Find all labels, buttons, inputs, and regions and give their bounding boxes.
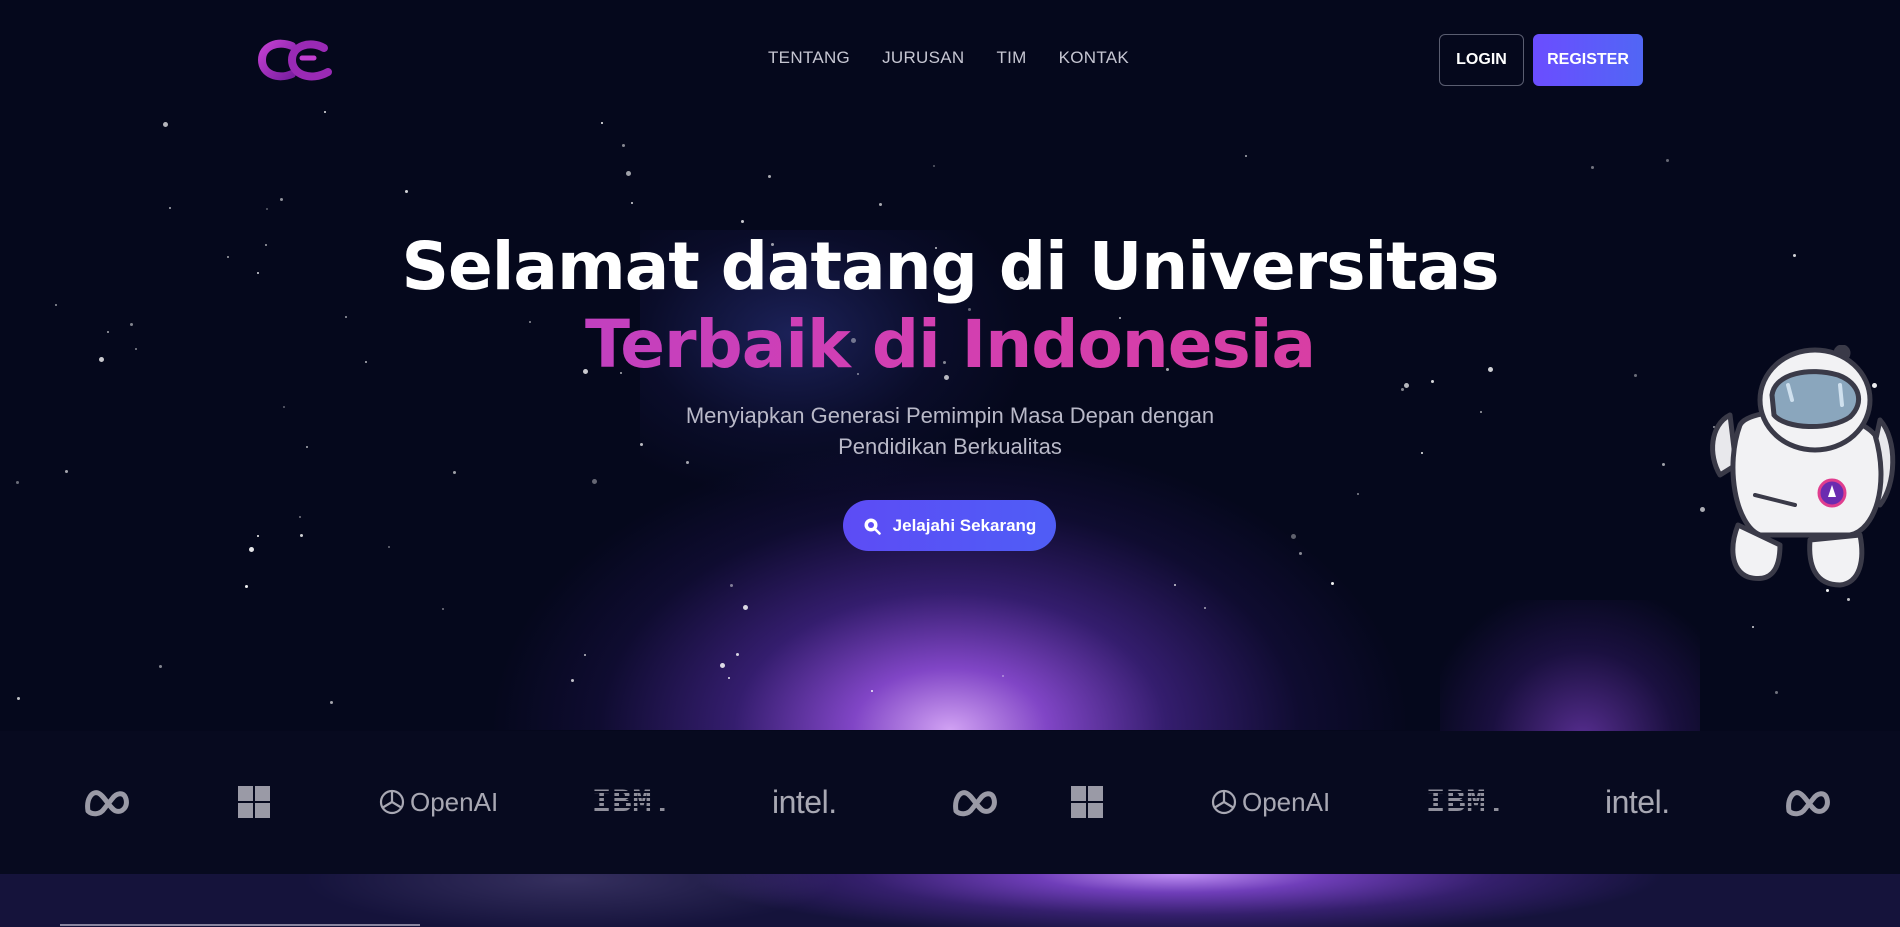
star-dot xyxy=(871,690,873,692)
star-dot xyxy=(601,122,603,124)
star-dot xyxy=(388,546,390,548)
ibm-label: IBM. xyxy=(592,783,673,821)
star-dot xyxy=(1401,388,1404,391)
hero-title: Selamat datang di Universitas Terbaik di… xyxy=(0,228,1900,384)
star-dot xyxy=(299,516,301,518)
hero-title-line1: Selamat datang di Universitas xyxy=(401,228,1499,305)
hero-title-line2: Terbaik di Indonesia xyxy=(0,306,1900,384)
ibm-logo: IBM. xyxy=(1426,780,1507,824)
star-dot xyxy=(640,443,643,446)
star-dot xyxy=(405,190,408,193)
brand-logo-icon[interactable] xyxy=(258,36,334,84)
star-dot xyxy=(1591,166,1594,169)
main-nav: TENTANG JURUSAN TIM KONTAK xyxy=(768,48,1129,68)
star-dot xyxy=(622,144,625,147)
next-section-glow xyxy=(0,874,1900,927)
openai-icon xyxy=(1211,789,1237,815)
star-dot xyxy=(330,701,333,704)
nav-link-kontak[interactable]: KONTAK xyxy=(1059,48,1129,68)
intel-logo: intel. xyxy=(1605,780,1670,824)
landing-page: TENTANG JURUSAN TIM KONTAK LOGIN REGISTE… xyxy=(0,0,1900,927)
star-dot xyxy=(1847,598,1850,601)
star-dot xyxy=(1002,675,1004,677)
horizontal-scrollbar[interactable] xyxy=(60,924,420,926)
intel-label: intel. xyxy=(1605,783,1670,820)
openai-icon xyxy=(379,789,405,815)
star-dot xyxy=(266,208,268,210)
intel-logo: intel. xyxy=(772,780,837,824)
star-dot xyxy=(163,122,168,127)
astronaut-illustration xyxy=(1710,345,1896,588)
star-dot xyxy=(1480,411,1482,413)
star-dot xyxy=(280,198,283,201)
star-dot xyxy=(442,608,444,610)
openai-label: OpenAI xyxy=(1242,786,1331,817)
meta-logo-icon xyxy=(1785,780,1833,824)
star-dot xyxy=(1331,582,1334,585)
star-dot xyxy=(741,220,744,223)
star-dot xyxy=(1421,452,1423,454)
star-dot xyxy=(626,171,631,176)
star-dot xyxy=(249,547,254,552)
ibm-label: IBM. xyxy=(1426,783,1507,821)
star-dot xyxy=(768,175,771,178)
nav-link-jurusan[interactable]: JURUSAN xyxy=(882,48,964,68)
star-dot xyxy=(592,479,597,484)
nav-link-tentang[interactable]: TENTANG xyxy=(768,48,850,68)
star-dot xyxy=(730,584,733,587)
openai-logo: OpenAI xyxy=(1210,780,1330,824)
star-dot xyxy=(245,585,248,588)
meta-logo-icon xyxy=(84,780,132,824)
meta-logo-icon xyxy=(952,780,1000,824)
register-button[interactable]: REGISTER xyxy=(1533,34,1643,86)
star-dot xyxy=(1299,552,1302,555)
star-dot xyxy=(1291,534,1296,539)
explore-now-button[interactable]: Jelajahi Sekarang xyxy=(843,500,1056,551)
hero-subtitle: Menyiapkan Generasi Pemimpin Masa Depan … xyxy=(685,403,1215,459)
windows-logo-icon xyxy=(1071,780,1103,824)
star-dot xyxy=(159,665,162,668)
star-dot xyxy=(743,605,748,610)
intel-label: intel. xyxy=(772,783,837,820)
star-dot xyxy=(17,697,20,700)
star-dot xyxy=(1357,493,1359,495)
star-dot xyxy=(1245,155,1247,157)
search-icon xyxy=(864,518,881,535)
star-dot xyxy=(720,663,725,668)
login-button[interactable]: LOGIN xyxy=(1439,34,1524,86)
star-dot xyxy=(571,679,574,682)
windows-logo-icon xyxy=(238,780,270,824)
star-dot xyxy=(736,653,739,656)
star-dot xyxy=(1174,584,1176,586)
star-dot xyxy=(584,654,586,656)
star-dot xyxy=(933,165,935,167)
star-dot xyxy=(453,471,456,474)
star-dot xyxy=(65,470,68,473)
star-dot xyxy=(169,207,171,209)
ibm-logo: IBM. xyxy=(592,780,673,824)
explore-now-label: Jelajahi Sekarang xyxy=(892,515,1037,535)
star-dot xyxy=(16,481,19,484)
star-dot xyxy=(631,202,633,204)
star-dot xyxy=(1204,607,1206,609)
nav-link-tim[interactable]: TIM xyxy=(996,48,1026,68)
star-dot xyxy=(300,534,303,537)
star-dot xyxy=(879,203,882,206)
star-dot xyxy=(1775,691,1778,694)
openai-label: OpenAI xyxy=(410,786,499,817)
openai-logo: OpenAI xyxy=(378,780,498,824)
star-dot xyxy=(1666,159,1669,162)
star-dot xyxy=(257,535,259,537)
star-dot xyxy=(728,677,730,679)
star-dot xyxy=(306,446,308,448)
star-dot xyxy=(1752,626,1754,628)
star-dot xyxy=(1662,463,1665,466)
star-dot xyxy=(283,406,285,408)
star-dot xyxy=(324,111,326,113)
